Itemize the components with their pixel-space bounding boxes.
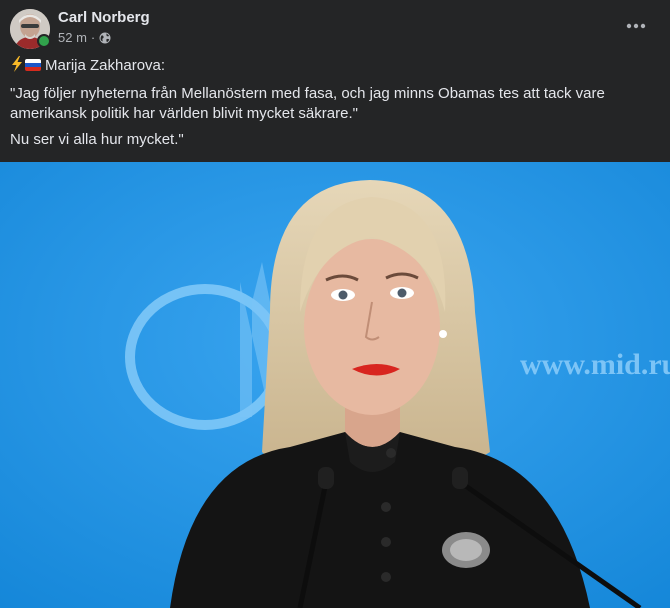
- quote-attribution: Marija Zakharova:: [45, 57, 166, 74]
- photo-watermark-text: www.mid.ru: [520, 348, 670, 381]
- feed-post: Carl Norberg 52 m · Marija Zakharova: "J…: [0, 0, 670, 608]
- post-time[interactable]: 52 m: [58, 30, 87, 45]
- meta-separator: ·: [90, 30, 96, 45]
- press-briefing-photo: www.mid.ru: [0, 162, 670, 608]
- online-status-indicator: [37, 34, 51, 48]
- post-line-2: "Jag följer nyheterna från Mellanöstern …: [10, 85, 605, 122]
- post-text: Marija Zakharova: "Jag följer nyheterna …: [10, 56, 660, 156]
- post-line-1: Marija Zakharova:: [10, 56, 660, 78]
- author-name[interactable]: Carl Norberg: [58, 9, 150, 26]
- more-options-button[interactable]: [620, 12, 652, 40]
- post-header: Carl Norberg 52 m ·: [0, 0, 670, 56]
- russia-flag-icon: [25, 59, 41, 71]
- post-photo[interactable]: www.mid.ru: [0, 162, 670, 608]
- author-avatar[interactable]: [10, 9, 51, 49]
- globe-icon[interactable]: [99, 32, 111, 44]
- more-options-icon: [626, 23, 646, 29]
- post-meta: 52 m ·: [58, 30, 111, 45]
- post-line-3: Nu ser vi alla hur mycket.": [10, 131, 184, 148]
- lightning-bolt-icon: [10, 56, 24, 78]
